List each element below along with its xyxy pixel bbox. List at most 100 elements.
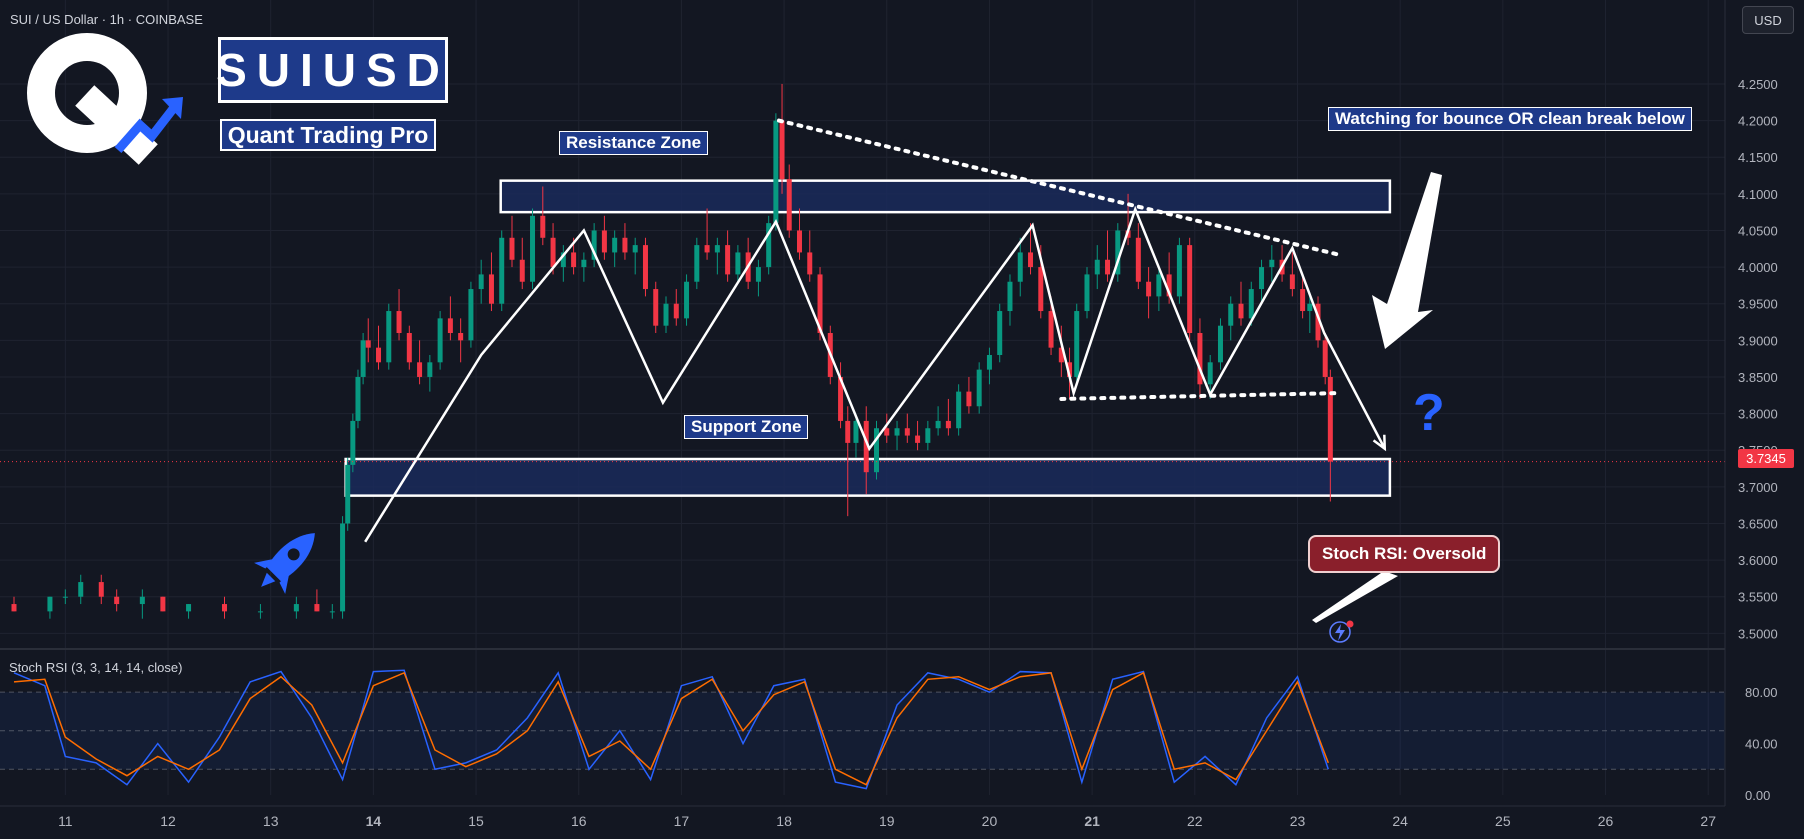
candle-body	[11, 604, 17, 612]
candle-body	[365, 340, 371, 348]
price-tick-label: 4.0000	[1738, 260, 1778, 275]
candle-body	[571, 252, 577, 268]
candle-body	[853, 420, 859, 443]
time-tick-label: 27	[1700, 813, 1716, 829]
candle-body	[1248, 289, 1254, 319]
price-tick-label: 4.0500	[1738, 223, 1778, 238]
stoch-oversold-note: Stoch RSI: Oversold	[1308, 535, 1501, 573]
candle-body	[221, 604, 227, 612]
time-tick-label: 23	[1290, 813, 1306, 829]
candle-body	[293, 604, 299, 612]
time-tick-label: 12	[160, 813, 176, 829]
candle-body	[47, 596, 53, 612]
symbol-label[interactable]: SUI / US Dollar · 1h · COINBASE	[10, 12, 203, 27]
candle-body	[845, 420, 851, 443]
candle-body	[406, 333, 412, 363]
candle-body	[1156, 274, 1162, 297]
candle-body	[632, 245, 638, 253]
candle-body	[468, 289, 474, 341]
candle-body	[894, 428, 900, 436]
candle-body	[1176, 245, 1182, 297]
candle-body	[956, 391, 962, 429]
candle-body	[642, 245, 648, 290]
candle-body	[417, 362, 423, 377]
candle-body	[1217, 325, 1223, 363]
candle-body	[1105, 259, 1111, 275]
candle-body	[355, 376, 361, 421]
candle-body	[1028, 252, 1034, 268]
candle-body	[925, 428, 931, 443]
watching-note: Watching for bounce OR clean break below	[1328, 107, 1692, 131]
price-tick-label: 4.1000	[1738, 187, 1778, 202]
candle-body	[345, 464, 351, 524]
candle-body	[509, 237, 515, 260]
candle-body	[1259, 267, 1265, 290]
candle-body	[540, 215, 546, 238]
candle-body	[1074, 311, 1080, 377]
candle-body	[1238, 303, 1244, 319]
candle-body	[945, 420, 951, 429]
price-tick-label: 4.2500	[1738, 77, 1778, 92]
candle-body	[62, 596, 68, 598]
candle-body	[340, 523, 346, 612]
time-tick-label: 16	[571, 813, 587, 829]
candle-body	[1017, 252, 1023, 282]
time-tick-label: 17	[674, 813, 690, 829]
stoch-rsi-title: Stoch RSI (3, 3, 14, 14, close)	[9, 660, 182, 675]
candle-body	[314, 604, 320, 612]
candle-body	[1187, 245, 1193, 334]
candle-body	[976, 369, 982, 407]
brand-title: SUIUSD	[216, 37, 448, 103]
candle-body	[550, 237, 556, 268]
price-tick-label: 4.2000	[1738, 114, 1778, 129]
candle-body	[447, 318, 453, 334]
time-tick-label: 25	[1495, 813, 1511, 829]
zone-rect	[499, 179, 1392, 214]
candle-body	[160, 596, 166, 612]
candle-body	[1269, 259, 1275, 268]
currency-button[interactable]: USD	[1742, 6, 1794, 34]
candle-body	[257, 611, 263, 613]
candle-body	[530, 215, 536, 282]
candle-body	[786, 179, 792, 231]
resistance-zone-label: Resistance Zone	[559, 131, 709, 155]
time-tick-label: 20	[982, 813, 998, 829]
candle-body	[427, 362, 433, 377]
candle-body	[773, 120, 779, 224]
stoch-tick-label: 40.00	[1745, 737, 1778, 752]
alert-dot	[1346, 620, 1354, 628]
price-tick-label: 3.9500	[1738, 297, 1778, 312]
support-zone-label: Support Zone	[684, 415, 809, 439]
candle-body	[1228, 303, 1234, 326]
candle-body	[350, 420, 356, 465]
price-tick-label: 3.8500	[1738, 370, 1778, 385]
candle-body	[653, 289, 659, 326]
candle-body	[1048, 311, 1054, 348]
price-tick-label: 3.5000	[1738, 626, 1778, 641]
candle-body	[704, 245, 710, 253]
candle-body	[360, 340, 366, 377]
candle-body	[915, 435, 921, 443]
candle-body	[1322, 340, 1328, 377]
candle-body	[904, 428, 910, 436]
candle-body	[735, 252, 741, 275]
time-tick-label: 15	[468, 813, 484, 829]
brand-subtitle: Quant Trading Pro	[220, 119, 436, 151]
time-tick-label: 13	[263, 813, 279, 829]
candle-body	[986, 354, 992, 370]
candle-body	[755, 267, 761, 282]
price-tick-label: 3.7000	[1738, 480, 1778, 495]
candle-body	[673, 303, 679, 319]
candle-body	[114, 596, 120, 605]
question-mark: ?	[1413, 384, 1445, 442]
time-tick-label: 14	[366, 813, 382, 829]
candle-body	[714, 245, 720, 253]
candle-body	[386, 311, 392, 363]
candle-body	[1300, 289, 1306, 312]
candle-body	[1038, 267, 1044, 312]
candle-body	[935, 420, 941, 429]
candle-body	[1084, 274, 1090, 312]
price-tick-label: 3.8000	[1738, 407, 1778, 422]
candle-body	[519, 259, 525, 282]
candle-body	[1135, 237, 1141, 282]
